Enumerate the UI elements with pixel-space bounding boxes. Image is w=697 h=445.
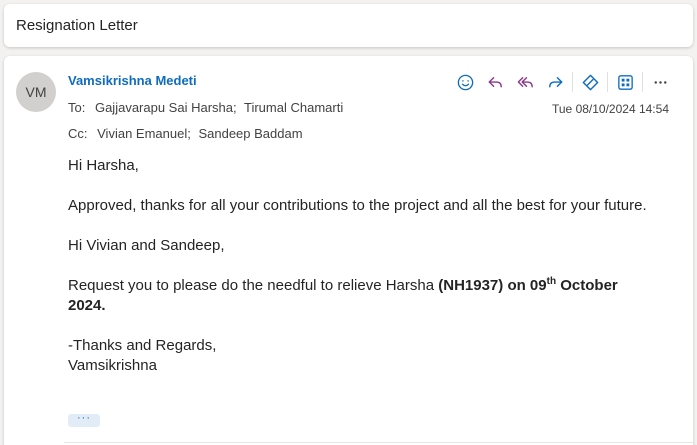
recipient-name[interactable]: Gajjavarapu Sai Harsha; bbox=[95, 100, 237, 115]
toolbar-divider bbox=[572, 72, 573, 92]
to-label: To: bbox=[68, 100, 86, 115]
signature: Vamsikrishna bbox=[68, 357, 157, 374]
message-body: Hi Harsha, Approved, thanks for all your… bbox=[68, 156, 648, 376]
greeting: Hi Vivian and Sandeep, bbox=[68, 237, 225, 254]
ordinal-suffix: th bbox=[546, 276, 557, 287]
toolbar-divider bbox=[642, 72, 643, 92]
cc-recipient-name[interactable]: Sandeep Baddam bbox=[198, 126, 302, 141]
body-paragraph: Approved, thanks for all your contributi… bbox=[68, 197, 647, 214]
sent-date: Tue 08/10/2024 14:54 bbox=[552, 102, 669, 116]
divider bbox=[64, 442, 693, 443]
forward-icon[interactable] bbox=[540, 68, 570, 96]
body-paragraph: Request you to please do the needful to … bbox=[68, 276, 648, 316]
apps-icon[interactable] bbox=[610, 68, 640, 96]
bold-text: (NH1937) on 09 bbox=[438, 277, 547, 294]
cc-label: Cc: bbox=[68, 126, 88, 141]
subject-header: Resignation Letter bbox=[4, 4, 693, 47]
copilot-icon[interactable] bbox=[575, 68, 605, 96]
reply-icon[interactable] bbox=[480, 68, 510, 96]
cc-recipient-name[interactable]: Vivian Emanuel; bbox=[97, 126, 191, 141]
recipient-name[interactable]: Tirumal Chamarti bbox=[244, 100, 343, 115]
more-icon[interactable] bbox=[645, 68, 675, 96]
to-row: To: Gajjavarapu Sai Harsha; Tirumal Cham… bbox=[68, 100, 347, 115]
email-subject: Resignation Letter bbox=[16, 17, 138, 34]
show-more-button[interactable]: ··· bbox=[68, 413, 100, 427]
message-toolbar bbox=[450, 68, 675, 96]
sender-name[interactable]: Vamsikrishna Medeti bbox=[68, 73, 197, 88]
closing: -Thanks and Regards, bbox=[68, 337, 217, 354]
toolbar-divider bbox=[607, 72, 608, 92]
body-text: Request you to please do the needful to … bbox=[68, 277, 439, 294]
reply-all-icon[interactable] bbox=[510, 68, 540, 96]
greeting: Hi Harsha, bbox=[68, 157, 139, 174]
message-card: VM Vamsikrishna Medeti To: Gajjavarapu S… bbox=[4, 56, 693, 445]
cc-row: Cc: Vivian Emanuel; Sandeep Baddam bbox=[68, 126, 307, 141]
avatar[interactable]: VM bbox=[16, 72, 56, 112]
emoji-icon[interactable] bbox=[450, 68, 480, 96]
